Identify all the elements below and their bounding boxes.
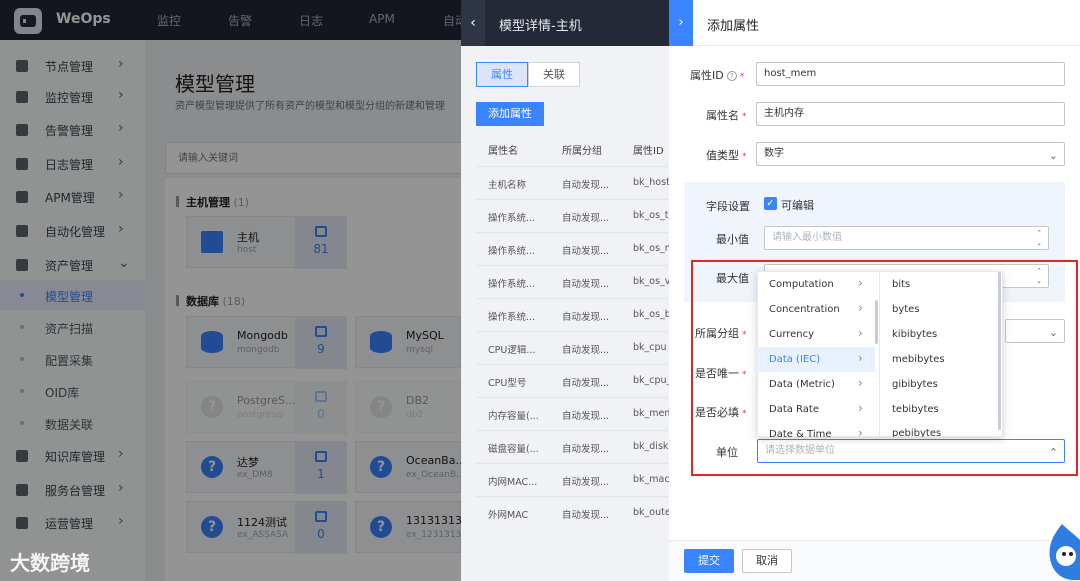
cell-attr-id: bk_oute	[633, 507, 669, 518]
cell-attr-id: bk_os_n	[633, 243, 669, 254]
cell-attr-id: bk_mac	[633, 474, 669, 485]
chevron-down-icon: ⌄	[1048, 149, 1058, 162]
add-attribute-button[interactable]: 添加属性	[476, 102, 544, 126]
tab-attributes[interactable]: 属性	[476, 62, 528, 87]
detail-drawer-title: 模型详情-主机	[499, 19, 582, 34]
watermark: 大数跨境	[10, 551, 90, 575]
cell-attr-id: bk_cpu	[633, 342, 667, 353]
cell-attr-name: 操作系统...	[488, 246, 536, 257]
column-header-attr-name: 属性名	[488, 146, 518, 157]
cell-attr-id: bk_cpu_	[633, 375, 669, 386]
cell-attr-id: bk_disk	[633, 441, 669, 452]
label-text: 值类型	[706, 149, 739, 162]
cell-attr-name: 操作系统...	[488, 213, 536, 224]
cell-group: 自动发现...	[562, 444, 610, 455]
cell-group: 自动发现...	[562, 477, 610, 488]
label-text: 属性ID	[690, 69, 724, 82]
attr-id-label: 属性ID? *	[690, 67, 744, 83]
cell-attr-name: CPU逻辑...	[488, 345, 536, 356]
table-row[interactable]: 内存容量(... 自动发现... bk_mem	[476, 397, 669, 430]
cell-attr-id: bk_os_ve	[633, 276, 669, 287]
required-mark: *	[739, 72, 745, 82]
cell-attr-id: bk_host	[633, 177, 669, 188]
table-row[interactable]: 操作系统... 自动发现... bk_os_b	[476, 298, 669, 331]
cell-attr-name: CPU型号	[488, 378, 527, 389]
min-value-label: 最小值	[716, 233, 749, 246]
cell-group: 自动发现...	[562, 246, 610, 257]
tab-relations[interactable]: 关联	[528, 62, 580, 87]
table-row[interactable]: 磁盘容量(... 自动发现... bk_disk	[476, 430, 669, 463]
cell-attr-id: bk_os_b	[633, 309, 669, 320]
table-row[interactable]: 操作系统... 自动发现... bk_os_ty	[476, 199, 669, 232]
table-row[interactable]: 主机名称 自动发现... bk_host	[476, 166, 669, 199]
cell-group: 自动发现...	[562, 180, 610, 191]
table-row[interactable]: 外网MAC 自动发现... bk_oute	[476, 496, 669, 529]
annotation-highlight-box	[691, 260, 1078, 476]
cell-attr-id: bk_mem	[633, 408, 669, 419]
back-arrow-icon[interactable]: ›	[669, 0, 693, 46]
cell-attr-id: bk_os_ty	[633, 210, 669, 221]
table-row[interactable]: 操作系统... 自动发现... bk_os_n	[476, 232, 669, 265]
cell-group: 自动发现...	[562, 411, 610, 422]
submit-button[interactable]: 提交	[684, 549, 734, 573]
required-mark: *	[742, 112, 747, 122]
value-type-value: 数字	[764, 148, 784, 159]
cell-group: 自动发现...	[562, 510, 610, 521]
table-row[interactable]: 操作系统... 自动发现... bk_os_ve	[476, 265, 669, 298]
back-arrow-icon[interactable]: ‹	[461, 0, 485, 46]
attr-name-input[interactable]: 主机内存	[756, 102, 1065, 126]
value-type-label: 值类型 *	[706, 147, 747, 163]
cell-attr-name: 磁盘容量(...	[488, 444, 539, 455]
cell-group: 自动发现...	[562, 378, 610, 389]
editable-label: 可编辑	[781, 199, 814, 212]
cell-group: 自动发现...	[562, 213, 610, 224]
number-stepper-icon[interactable]: ⌃ ⌄	[1036, 228, 1042, 248]
cell-attr-name: 操作系统...	[488, 312, 536, 323]
min-value-input[interactable]: 请输入最小数值 ⌃ ⌄	[764, 226, 1049, 250]
cell-group: 自动发现...	[562, 279, 610, 290]
value-type-select[interactable]: 数字 ⌄	[756, 142, 1065, 166]
mascot-icon	[1049, 524, 1080, 580]
column-header-attr-id: 属性ID	[633, 146, 664, 157]
cell-attr-name: 操作系统...	[488, 279, 536, 290]
label-text: 属性名	[706, 109, 739, 122]
cell-attr-name: 内存容量(...	[488, 411, 539, 422]
table-row[interactable]: CPU逻辑... 自动发现... bk_cpu	[476, 331, 669, 364]
cancel-button[interactable]: 取消	[742, 549, 792, 573]
table-row[interactable]: CPU型号 自动发现... bk_cpu_	[476, 364, 669, 397]
attr-id-input[interactable]: host_mem	[756, 62, 1065, 86]
cell-group: 自动发现...	[562, 312, 610, 323]
help-icon[interactable]: ?	[726, 71, 737, 81]
editable-checkbox[interactable]: ✓	[764, 197, 777, 210]
min-value-placeholder: 请输入最小数值	[772, 232, 842, 243]
cell-attr-name: 内网MAC...	[488, 477, 538, 488]
cell-group: 自动发现...	[562, 345, 610, 356]
attr-name-label: 属性名 *	[706, 107, 747, 123]
cell-attr-name: 外网MAC	[488, 510, 529, 521]
cell-attr-name: 主机名称	[488, 180, 527, 191]
table-row[interactable]: 内网MAC... 自动发现... bk_mac	[476, 463, 669, 496]
add-attribute-title: 添加属性	[707, 19, 760, 34]
column-header-group: 所属分组	[562, 146, 602, 157]
field-settings-label: 字段设置	[706, 200, 750, 213]
required-mark: *	[742, 152, 747, 162]
